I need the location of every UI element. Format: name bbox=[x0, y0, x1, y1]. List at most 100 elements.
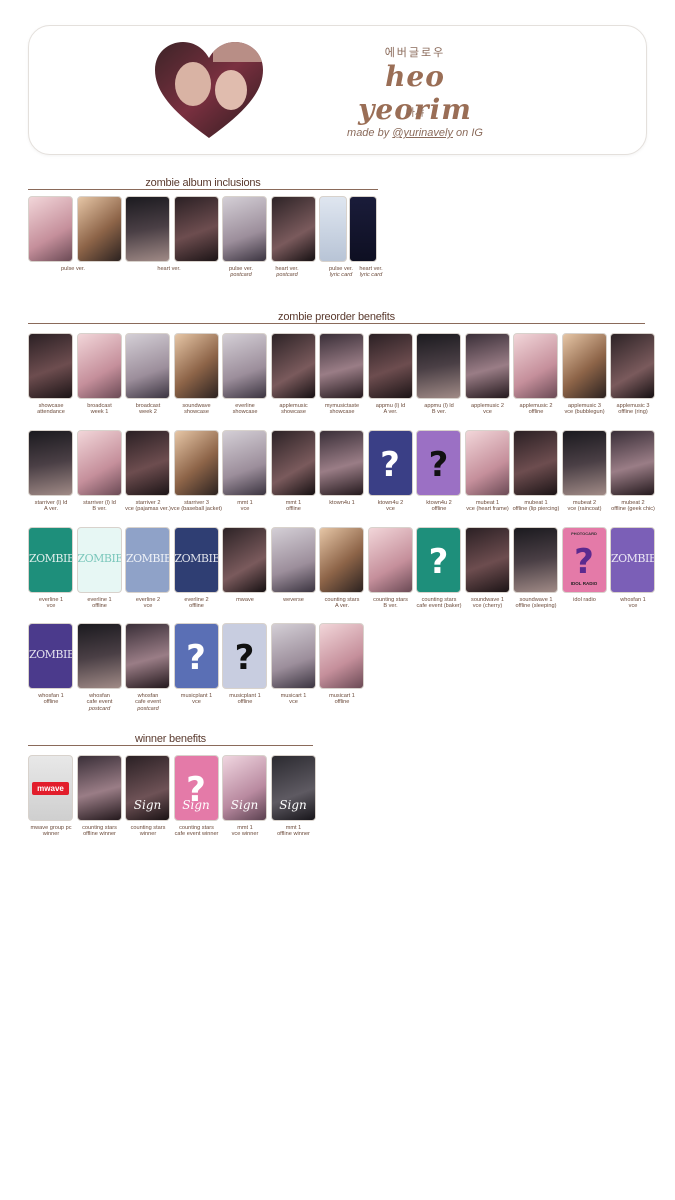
caption-line: everline 1 bbox=[38, 597, 64, 603]
preorder-card: ? PHOTOCARD IDOL RADIO bbox=[561, 527, 607, 593]
preorder-card bbox=[610, 333, 655, 399]
caption-line: applemusic 3 bbox=[616, 403, 650, 409]
caption-line: winner bbox=[42, 831, 60, 838]
album-card bbox=[319, 196, 347, 262]
preorder-card bbox=[319, 623, 364, 689]
question-mark-icon: ? bbox=[380, 445, 400, 485]
caption-line: offline bbox=[286, 506, 301, 513]
caption-line: whosfan bbox=[89, 693, 110, 699]
album-card bbox=[76, 196, 122, 262]
caption-line: everline 2 bbox=[135, 597, 161, 603]
preorder-card bbox=[222, 333, 267, 399]
preorder-card: ? bbox=[416, 527, 461, 593]
preorder-card bbox=[270, 430, 316, 496]
credit-handle-link[interactable]: @yurinavely bbox=[392, 127, 453, 139]
preorder-card bbox=[319, 333, 364, 399]
album-card bbox=[349, 196, 377, 262]
caption-line: ktown4u 2 bbox=[377, 500, 404, 506]
caption-line: applemusic bbox=[279, 403, 308, 409]
preorder-card: ZOMBIE bbox=[125, 527, 170, 593]
zombie-logo-text: ZOMBIE bbox=[77, 552, 122, 565]
caption-line: vce bbox=[386, 506, 395, 513]
korean-stage-name: 아샤 bbox=[405, 108, 425, 119]
preorder-card bbox=[76, 333, 122, 399]
preorder-card bbox=[125, 623, 170, 689]
caption-line: counting stars bbox=[373, 597, 408, 603]
caption-line: vce bbox=[240, 506, 250, 513]
credit-suffix: on IG bbox=[452, 127, 483, 139]
caption-line: vce bbox=[46, 603, 56, 610]
preorder-caption: applemusic 3 offline (ring) bbox=[604, 403, 662, 416]
preorder-card bbox=[610, 430, 655, 496]
preorder-caption: musicart 1 offline bbox=[313, 693, 371, 706]
preorder-card bbox=[76, 430, 122, 496]
caption-line: offline bbox=[43, 699, 59, 706]
caption-line: postcard bbox=[137, 705, 159, 712]
winner-card: Sign bbox=[222, 755, 267, 821]
album-card bbox=[222, 196, 267, 262]
caption-line: cafe event winner bbox=[174, 831, 219, 838]
caption-line: musicart 1 bbox=[329, 693, 355, 699]
caption-line: B ver. bbox=[92, 506, 107, 513]
caption-line: cafe event (baker) bbox=[416, 603, 462, 610]
preorder-card bbox=[367, 527, 413, 593]
preorder-card: ZOMBIE bbox=[610, 527, 655, 593]
caption-line: whosfan bbox=[137, 693, 159, 699]
winner-card bbox=[76, 755, 122, 821]
caption-line: vce bbox=[628, 603, 638, 610]
question-mark-icon: ? bbox=[186, 638, 206, 678]
section-rule-preorder bbox=[28, 323, 645, 324]
section-title-winner: winner benefits bbox=[135, 733, 206, 745]
preorder-card bbox=[222, 430, 267, 496]
preorder-card bbox=[76, 623, 122, 689]
caption-line: vce (baseball jacket) bbox=[171, 506, 222, 513]
sign-overlay: Sign bbox=[230, 798, 259, 812]
caption-line: B ver. bbox=[383, 603, 398, 610]
question-mark-icon: ? bbox=[428, 542, 449, 582]
preorder-caption: mubeat 2 offline (geek chic) bbox=[604, 500, 662, 513]
preorder-card bbox=[367, 333, 413, 399]
caption-line: mubeat 1 bbox=[524, 500, 548, 506]
section-rule-album bbox=[28, 189, 378, 190]
preorder-card: ZOMBIE bbox=[173, 527, 219, 593]
album-card bbox=[28, 196, 73, 262]
caption-line: week 2 bbox=[139, 409, 157, 416]
caption-line: soundwave 1 bbox=[471, 597, 504, 603]
album-caption: heart ver. bbox=[140, 266, 198, 272]
caption-line: week 1 bbox=[90, 409, 109, 416]
caption-line: soundwave bbox=[182, 403, 211, 409]
winner-caption: mmt 1 offline winner bbox=[265, 825, 323, 838]
preorder-card bbox=[561, 430, 607, 496]
caption-line: everline bbox=[235, 403, 255, 409]
preorder-card bbox=[561, 333, 607, 399]
caption-line: showcase bbox=[38, 403, 64, 409]
section-rule-winner bbox=[28, 745, 313, 746]
caption-line: soundwave 1 bbox=[519, 597, 553, 603]
caption-line: broadcast bbox=[135, 403, 161, 409]
caption-line: vce (raincoat) bbox=[567, 506, 602, 513]
caption-line: vce bbox=[192, 699, 201, 706]
preorder-card bbox=[319, 527, 364, 593]
caption-line: pulse ver. bbox=[229, 266, 253, 272]
album-card bbox=[270, 196, 316, 262]
album-card bbox=[125, 196, 170, 262]
preorder-card bbox=[319, 430, 364, 496]
caption-line: cafe event bbox=[135, 699, 161, 706]
caption-line: ktown4u 2 bbox=[426, 500, 452, 506]
caption-line: idol radio bbox=[573, 597, 596, 603]
caption-line: vce bbox=[483, 409, 492, 416]
preorder-card bbox=[416, 333, 461, 399]
credit-prefix: made by bbox=[347, 127, 393, 139]
caption-line: postcard bbox=[88, 705, 111, 712]
korean-group-name: 에버글로우 bbox=[384, 47, 446, 59]
preorder-card bbox=[464, 333, 510, 399]
caption-line: applemusic 2 bbox=[519, 403, 553, 409]
winner-card: Sign bbox=[125, 755, 170, 821]
caption-line: winner bbox=[139, 831, 157, 838]
zombie-logo-text: ZOMBIE bbox=[611, 552, 655, 565]
album-card bbox=[173, 196, 219, 262]
caption-line: vce (pajamas ver.) bbox=[125, 506, 171, 513]
caption-line: vce (cherry) bbox=[472, 603, 503, 610]
caption-line: offline bbox=[92, 603, 107, 610]
preorder-card bbox=[513, 527, 558, 593]
